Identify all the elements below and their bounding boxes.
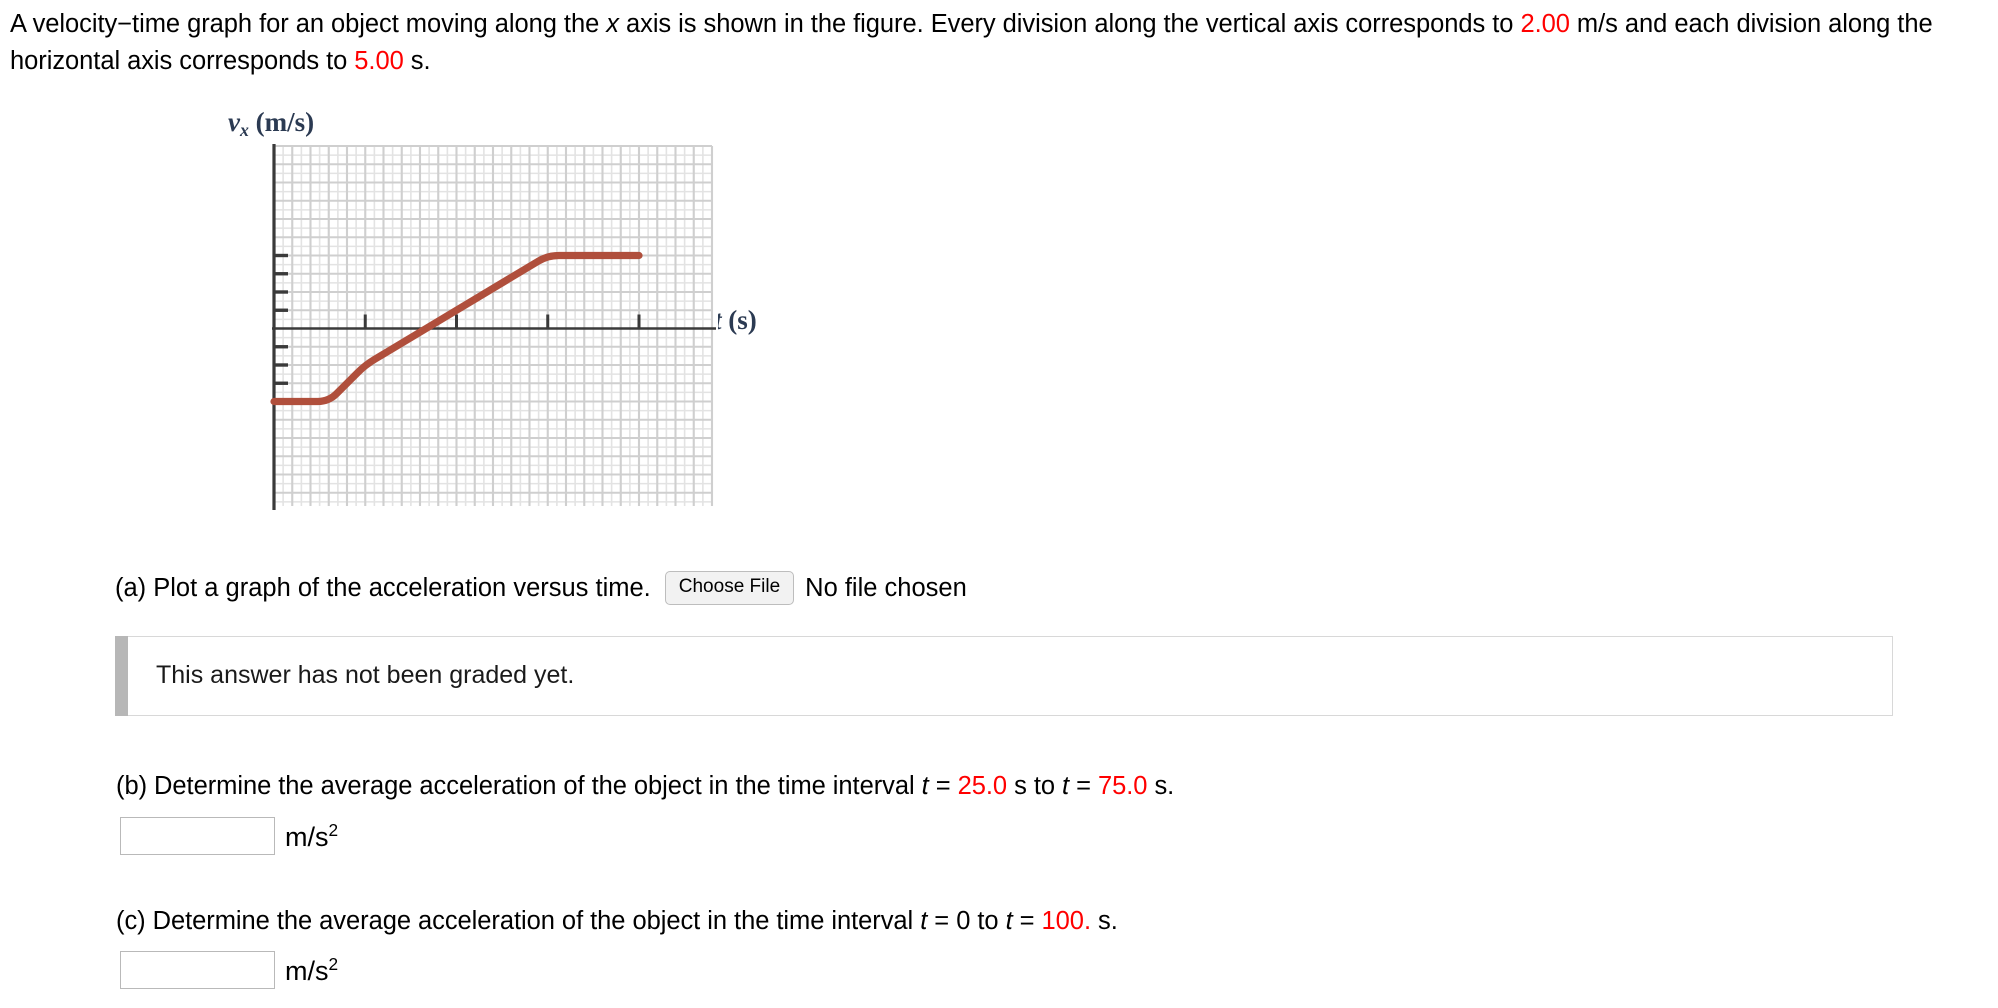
part-b-t1-value: 25.0: [957, 772, 1008, 801]
part-b-segment-1: (b) Determine the average acceleration o…: [116, 772, 922, 801]
part-b-equals-1: =: [928, 772, 958, 801]
choose-file-button[interactable]: Choose File: [664, 571, 795, 606]
part-b-units: m/s2: [285, 817, 338, 851]
part-b-t2-value: 75.0: [1098, 772, 1148, 801]
grading-status-banner: This answer has not been graded yet.: [115, 636, 1893, 717]
part-b-units-base: m/s: [285, 821, 329, 852]
y-axis-label-variable: v: [228, 106, 240, 137]
velocity-time-chart: [268, 139, 718, 512]
part-c-units: m/s2: [285, 951, 338, 985]
grading-status-message: This answer has not been graded yet.: [156, 661, 575, 690]
grading-status-accent-bar: [115, 636, 128, 717]
part-b-segment-3: s.: [1147, 772, 1175, 801]
problem-page: A velocity−time graph for an object movi…: [0, 0, 1998, 990]
part-c-segment-1: (c) Determine the average acceleration o…: [116, 906, 921, 935]
part-b-segment-2: s to: [1007, 772, 1063, 801]
part-c-units-base: m/s: [285, 956, 329, 987]
part-b-block: (b) Determine the average acceleration o…: [116, 768, 1988, 855]
part-b-equals-2: =: [1069, 772, 1098, 801]
part-c-block: (c) Determine the average acceleration o…: [116, 903, 1988, 990]
part-c-t2-variable: t: [1005, 906, 1013, 935]
x-axis-label-unit: (s): [721, 304, 757, 335]
part-c-units-exponent: 2: [328, 954, 339, 975]
no-file-chosen-text: No file chosen: [805, 573, 967, 602]
part-c-t2-value: 100.: [1041, 906, 1091, 935]
part-c-equals-1: =: [927, 906, 957, 935]
x-axis-label: t (s): [714, 301, 757, 339]
part-b-label: (b) Determine the average acceleration o…: [116, 768, 1988, 805]
part-b-t1-variable: t: [921, 772, 929, 801]
statement-segment-2: axis is shown in the figure. Every divis…: [618, 10, 1521, 38]
y-axis-label: vx (m/s): [228, 103, 314, 143]
part-c-segment-2: to: [970, 906, 1006, 935]
part-c-equals-2: =: [1012, 906, 1042, 935]
part-a-label: (a) Plot a graph of the acceleration ver…: [115, 573, 651, 602]
velocity-time-figure: vx (m/s) t (s): [222, 103, 842, 548]
part-c-segment-3: s.: [1090, 906, 1118, 935]
part-c-t1-value: 0: [956, 906, 971, 935]
statement-var-x: x: [606, 10, 619, 38]
part-c-answer-input[interactable]: [120, 951, 275, 990]
problem-statement: A velocity−time graph for an object movi…: [10, 6, 1988, 81]
statement-segment-4: s.: [403, 47, 431, 76]
y-axis-label-unit: (m/s): [248, 106, 315, 137]
part-b-units-exponent: 2: [328, 819, 339, 840]
statement-segment-1: A velocity−time graph for an object movi…: [10, 10, 607, 38]
part-c-label: (c) Determine the average acceleration o…: [116, 903, 1988, 940]
statement-horizontal-division-value: 5.00: [354, 47, 404, 76]
part-a-row: (a) Plot a graph of the acceleration ver…: [115, 570, 1988, 606]
y-axis-label-subscript: x: [239, 119, 249, 140]
part-b-answer-row: m/s2: [120, 816, 1988, 855]
part-c-answer-row: m/s2: [120, 951, 1988, 990]
part-b-answer-input[interactable]: [120, 816, 275, 855]
statement-vertical-division-value: 2.00: [1520, 10, 1570, 38]
